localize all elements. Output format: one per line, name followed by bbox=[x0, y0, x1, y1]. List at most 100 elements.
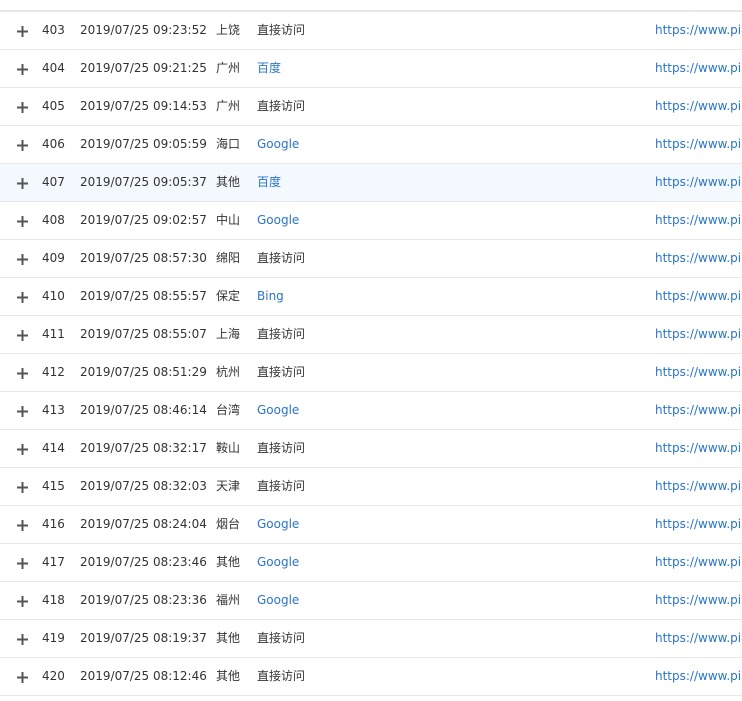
visit-city: 广州 bbox=[216, 99, 241, 113]
expand-row-button[interactable] bbox=[16, 278, 30, 315]
expand-row-button[interactable] bbox=[16, 430, 30, 467]
landing-url-link[interactable]: https://www.pian bbox=[655, 12, 742, 49]
plus-icon bbox=[17, 482, 28, 493]
plus-icon bbox=[17, 558, 28, 569]
visit-time: 2019/07/25 08:51:29 bbox=[80, 365, 207, 379]
table-row[interactable]: 403 2019/07/25 09:23:52 上饶 直接访问 https://… bbox=[0, 12, 742, 50]
visit-time: 2019/07/25 09:23:52 bbox=[80, 23, 207, 37]
table-row[interactable]: 407 2019/07/25 09:05:37 其他 百度 https://ww… bbox=[0, 164, 742, 202]
landing-url-link[interactable]: https://www.pian bbox=[655, 582, 742, 619]
expand-row-button[interactable] bbox=[16, 50, 30, 87]
plus-icon bbox=[17, 64, 28, 75]
table-row[interactable]: 413 2019/07/25 08:46:14 台湾 Google https:… bbox=[0, 392, 742, 430]
table-row[interactable]: 408 2019/07/25 09:02:57 中山 Google https:… bbox=[0, 202, 742, 240]
landing-url-link[interactable]: https://www.pian bbox=[655, 278, 742, 315]
table-row[interactable]: 420 2019/07/25 08:12:46 其他 直接访问 https://… bbox=[0, 658, 742, 696]
table-row[interactable]: 416 2019/07/25 08:24:04 烟台 Google https:… bbox=[0, 506, 742, 544]
expand-row-button[interactable] bbox=[16, 88, 30, 125]
visit-source-link[interactable]: Google bbox=[257, 582, 299, 619]
table-row[interactable]: 409 2019/07/25 08:57:30 绵阳 直接访问 https://… bbox=[0, 240, 742, 278]
row-number: 416 bbox=[42, 517, 65, 531]
landing-url-link[interactable]: https://www.pian bbox=[655, 88, 742, 125]
visit-city: 台湾 bbox=[216, 403, 241, 417]
visit-source: 直接访问 bbox=[257, 327, 306, 341]
expand-row-button[interactable] bbox=[16, 240, 30, 277]
landing-url-link[interactable]: https://www.pian bbox=[655, 658, 742, 695]
landing-url-link[interactable]: https://www.pian bbox=[655, 202, 742, 239]
expand-row-button[interactable] bbox=[16, 392, 30, 429]
table-row[interactable]: 412 2019/07/25 08:51:29 杭州 直接访问 https://… bbox=[0, 354, 742, 392]
plus-icon bbox=[17, 444, 28, 455]
table-row[interactable]: 404 2019/07/25 09:21:25 广州 百度 https://ww… bbox=[0, 50, 742, 88]
table-row[interactable]: 405 2019/07/25 09:14:53 广州 直接访问 https://… bbox=[0, 88, 742, 126]
expand-row-button[interactable] bbox=[16, 544, 30, 581]
visit-source: 直接访问 bbox=[257, 365, 306, 379]
row-number: 405 bbox=[42, 99, 65, 113]
landing-url-link[interactable]: https://www.pian bbox=[655, 544, 742, 581]
table-row[interactable]: 406 2019/07/25 09:05:59 海口 Google https:… bbox=[0, 126, 742, 164]
visit-time: 2019/07/25 08:23:46 bbox=[80, 555, 207, 569]
expand-row-button[interactable] bbox=[16, 582, 30, 619]
row-number: 418 bbox=[42, 593, 65, 607]
landing-url-link[interactable]: https://www.pian bbox=[655, 240, 742, 277]
visit-city: 烟台 bbox=[216, 517, 241, 531]
visit-city: 上海 bbox=[216, 327, 241, 341]
row-number: 420 bbox=[42, 669, 65, 683]
expand-row-button[interactable] bbox=[16, 12, 30, 49]
table-row[interactable]: 418 2019/07/25 08:23:36 福州 Google https:… bbox=[0, 582, 742, 620]
table-row[interactable]: 411 2019/07/25 08:55:07 上海 直接访问 https://… bbox=[0, 316, 742, 354]
landing-url-link[interactable]: https://www.pian bbox=[655, 316, 742, 353]
visit-source-link[interactable]: Google bbox=[257, 202, 299, 239]
row-number: 408 bbox=[42, 213, 65, 227]
visit-time: 2019/07/25 08:24:04 bbox=[80, 517, 207, 531]
expand-row-button[interactable] bbox=[16, 202, 30, 239]
visit-city: 其他 bbox=[216, 175, 241, 189]
landing-url-link[interactable]: https://www.pian bbox=[655, 620, 742, 657]
row-number: 415 bbox=[42, 479, 65, 493]
visit-log-table: 403 2019/07/25 09:23:52 上饶 直接访问 https://… bbox=[0, 12, 742, 696]
visit-source-link[interactable]: Google bbox=[257, 544, 299, 581]
landing-url-link[interactable]: https://www.pian bbox=[655, 354, 742, 391]
expand-row-button[interactable] bbox=[16, 620, 30, 657]
visit-time: 2019/07/25 08:23:36 bbox=[80, 593, 207, 607]
visit-source: 直接访问 bbox=[257, 669, 306, 683]
landing-url-link[interactable]: https://www.pian bbox=[655, 506, 742, 543]
plus-icon bbox=[17, 26, 28, 37]
visit-source-link[interactable]: 百度 bbox=[257, 50, 281, 87]
landing-url-link[interactable]: https://www.pian bbox=[655, 126, 742, 163]
table-row[interactable]: 417 2019/07/25 08:23:46 其他 Google https:… bbox=[0, 544, 742, 582]
expand-row-button[interactable] bbox=[16, 126, 30, 163]
expand-row-button[interactable] bbox=[16, 506, 30, 543]
visit-source-link[interactable]: Google bbox=[257, 392, 299, 429]
visit-time: 2019/07/25 09:14:53 bbox=[80, 99, 207, 113]
table-row[interactable]: 414 2019/07/25 08:32:17 鞍山 直接访问 https://… bbox=[0, 430, 742, 468]
landing-url-link[interactable]: https://www.pian bbox=[655, 468, 742, 505]
visit-city: 保定 bbox=[216, 289, 241, 303]
visit-time: 2019/07/25 08:55:07 bbox=[80, 327, 207, 341]
expand-row-button[interactable] bbox=[16, 316, 30, 353]
landing-url-link[interactable]: https://www.pian bbox=[655, 430, 742, 467]
table-row[interactable]: 419 2019/07/25 08:19:37 其他 直接访问 https://… bbox=[0, 620, 742, 658]
visit-city: 杭州 bbox=[216, 365, 241, 379]
landing-url-link[interactable]: https://www.pian bbox=[655, 164, 742, 201]
row-number: 417 bbox=[42, 555, 65, 569]
visit-source-link[interactable]: Google bbox=[257, 126, 299, 163]
row-number: 406 bbox=[42, 137, 65, 151]
visit-source-link[interactable]: Bing bbox=[257, 278, 284, 315]
landing-url-link[interactable]: https://www.pian bbox=[655, 392, 742, 429]
visit-source: 直接访问 bbox=[257, 23, 306, 37]
visit-time: 2019/07/25 08:12:46 bbox=[80, 669, 207, 683]
visit-source-link[interactable]: 百度 bbox=[257, 164, 281, 201]
visit-source-link[interactable]: Google bbox=[257, 506, 299, 543]
expand-row-button[interactable] bbox=[16, 354, 30, 391]
plus-icon bbox=[17, 216, 28, 227]
expand-row-button[interactable] bbox=[16, 658, 30, 695]
expand-row-button[interactable] bbox=[16, 468, 30, 505]
plus-icon bbox=[17, 520, 28, 531]
table-row[interactable]: 410 2019/07/25 08:55:57 保定 Bing https://… bbox=[0, 278, 742, 316]
expand-row-button[interactable] bbox=[16, 164, 30, 201]
table-row[interactable]: 415 2019/07/25 08:32:03 天津 直接访问 https://… bbox=[0, 468, 742, 506]
visit-city: 广州 bbox=[216, 61, 241, 75]
visit-time: 2019/07/25 08:19:37 bbox=[80, 631, 207, 645]
landing-url-link[interactable]: https://www.pian bbox=[655, 50, 742, 87]
